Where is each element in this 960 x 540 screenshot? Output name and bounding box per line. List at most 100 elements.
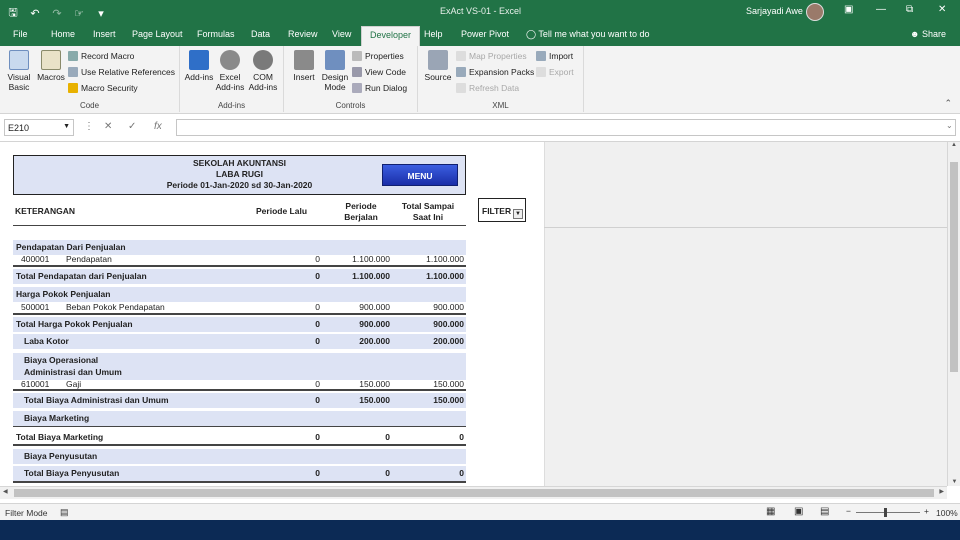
customize-qat-icon[interactable]: ▾: [94, 7, 108, 20]
scroll-down-icon[interactable]: ▼: [948, 479, 960, 485]
table-row[interactable]: Laba Kotor 0 200.000 200.000: [13, 334, 466, 349]
run-dialog-button[interactable]: Run Dialog: [352, 83, 407, 93]
tab-file[interactable]: File: [13, 29, 28, 39]
table-row[interactable]: Total Pendapatan dari Penjualan 0 1.100.00…: [13, 269, 466, 284]
page-break-view-icon[interactable]: ▤: [820, 506, 829, 517]
table-row[interactable]: 610001 Gaji 0 150.000 150.000: [13, 377, 466, 392]
zoom-level[interactable]: 100%: [936, 508, 958, 518]
table-row[interactable]: 500001 Beban Pokok Pendapatan 0 900.000 900.…: [13, 300, 466, 315]
vertical-scrollbar[interactable]: ▲ ▼: [947, 142, 960, 486]
zoom-in-icon[interactable]: +: [924, 506, 929, 516]
zoom-slider-thumb[interactable]: [884, 508, 887, 517]
tab-data[interactable]: Data: [251, 29, 270, 39]
refresh-data-button[interactable]: Refresh Data: [456, 83, 519, 93]
restore-icon[interactable]: ⧉: [906, 4, 913, 15]
export-button[interactable]: Export: [536, 67, 574, 77]
table-row[interactable]: Total Biaya Administrasi dan Umum 0 150.00…: [13, 393, 466, 408]
cancel-icon[interactable]: ✕: [104, 121, 112, 132]
macro-security-button[interactable]: Macro Security: [68, 83, 138, 93]
zoom-slider[interactable]: [856, 512, 920, 513]
save-icon[interactable]: 🖫: [6, 4, 20, 23]
formula-input[interactable]: [176, 119, 956, 136]
table-row[interactable]: Biaya Penyusutan: [13, 449, 466, 464]
com-addins-button[interactable]: COM Add-ins: [246, 50, 280, 92]
cell-a: Biaya Marketing: [24, 413, 90, 423]
filter-dropdown-icon[interactable]: ▼: [513, 209, 523, 219]
user-name[interactable]: Sarjayadi Awe: [746, 6, 803, 16]
expand-formula-icon[interactable]: ⌄: [946, 121, 953, 130]
avatar[interactable]: [806, 3, 824, 21]
horizontal-scroll-thumb[interactable]: [14, 489, 934, 497]
table-row[interactable]: 400001 Pendapatan 0 1.100.000 1.100.000: [13, 252, 466, 267]
name-box[interactable]: E210 ▼: [4, 119, 74, 136]
tab-formulas[interactable]: Formulas: [197, 29, 235, 39]
undo-icon[interactable]: ↶: [28, 7, 42, 20]
expansion-packs-button[interactable]: Expansion Packs: [456, 67, 534, 77]
ribbon: Visual Basic Macros Record Macro Use Rel…: [0, 46, 960, 114]
col-total: Total Sampai Saat Ini: [393, 201, 463, 223]
visual-basic-button[interactable]: Visual Basic: [4, 50, 34, 92]
table-row[interactable]: Biaya Marketing: [13, 411, 466, 426]
cell-v2: 150.000: [359, 379, 390, 389]
minimize-icon[interactable]: —: [876, 4, 886, 15]
scroll-right-icon[interactable]: ▶: [939, 488, 944, 495]
properties-button[interactable]: Properties: [352, 51, 404, 61]
tab-help[interactable]: Help: [424, 29, 443, 39]
properties-label: Properties: [365, 51, 404, 61]
tab-insert[interactable]: Insert: [93, 29, 116, 39]
share-button[interactable]: ☻ Share: [910, 29, 946, 39]
table-row[interactable]: Total Biaya Penyusutan 0 0 0: [13, 466, 466, 481]
scroll-left-icon[interactable]: ◀: [3, 488, 8, 495]
map-properties-button[interactable]: Map Properties: [456, 51, 527, 61]
tell-me-label: Tell me what you want to do: [538, 29, 650, 39]
macros-button[interactable]: Macros: [36, 50, 66, 82]
insert-function-icon[interactable]: fx: [154, 121, 162, 132]
tab-review[interactable]: Review: [288, 29, 318, 39]
tab-view[interactable]: View: [332, 29, 351, 39]
close-icon[interactable]: ✕: [938, 4, 946, 15]
record-macro-button[interactable]: Record Macro: [68, 51, 134, 61]
horizontal-scrollbar[interactable]: ◀ ▶: [0, 486, 947, 499]
scroll-up-icon[interactable]: ▲: [948, 142, 960, 148]
table-row[interactable]: Total Biaya Marketing 0 0 0: [13, 430, 466, 445]
design-mode-label: Design Mode: [321, 72, 349, 92]
use-relative-references-button[interactable]: Use Relative References: [68, 67, 175, 77]
normal-view-icon[interactable]: ▦: [766, 506, 775, 517]
zoom-out-icon[interactable]: −: [846, 506, 851, 516]
tab-home[interactable]: Home: [51, 29, 75, 39]
design-mode-button[interactable]: Design Mode: [320, 50, 350, 92]
share-label: Share: [921, 29, 947, 39]
view-code-button[interactable]: View Code: [352, 67, 406, 77]
addins-button[interactable]: Add-ins: [184, 50, 214, 82]
source-button[interactable]: Source: [422, 50, 454, 82]
group-code: Visual Basic Macros Record Macro Use Rel…: [0, 46, 180, 112]
import-button[interactable]: Import: [536, 51, 573, 61]
enter-icon[interactable]: ✓: [128, 121, 136, 132]
macro-record-icon[interactable]: ▤: [60, 507, 69, 518]
worksheet[interactable]: SEKOLAH AKUNTANSI LABA RUGI Periode 01-J…: [0, 142, 947, 486]
ribbon-tabs: File Home Insert Page Layout Formulas Da…: [0, 24, 960, 46]
touch-mode-icon[interactable]: ☞: [72, 7, 86, 20]
ribbon-display-icon[interactable]: ▣: [844, 4, 853, 15]
record-macro-label: Record Macro: [81, 51, 135, 61]
tab-developer[interactable]: Developer: [361, 26, 421, 46]
grid-area[interactable]: [544, 142, 947, 486]
chevron-down-icon[interactable]: ▼: [63, 123, 70, 130]
table-row[interactable]: Total Harga Pokok Penjualan 0 900.000 900.0…: [13, 317, 466, 332]
redo-icon[interactable]: ↷: [50, 7, 64, 20]
tab-power-pivot[interactable]: Power Pivot: [461, 29, 509, 39]
page-layout-view-icon[interactable]: ▣: [794, 506, 803, 517]
cell-b: Beban Pokok Pendapatan: [66, 302, 165, 312]
cell-v1: 0: [315, 468, 320, 478]
insert-control-button[interactable]: Insert: [290, 50, 318, 82]
filter-cell[interactable]: FILTER ▼: [478, 198, 526, 222]
collapse-ribbon-icon[interactable]: ⌃: [944, 98, 952, 109]
more-options-icon[interactable]: ⋮: [84, 121, 94, 132]
tab-page-layout[interactable]: Page Layout: [132, 29, 183, 39]
group-controls: Insert Design Mode Properties View Code …: [284, 46, 418, 112]
menu-button[interactable]: MENU: [382, 164, 458, 186]
properties-icon: [352, 51, 362, 61]
excel-addins-button[interactable]: Excel Add-ins: [214, 50, 246, 92]
vertical-scroll-thumb[interactable]: [950, 162, 958, 372]
tell-me-search[interactable]: ◯ Tell me what you want to do: [526, 29, 649, 40]
